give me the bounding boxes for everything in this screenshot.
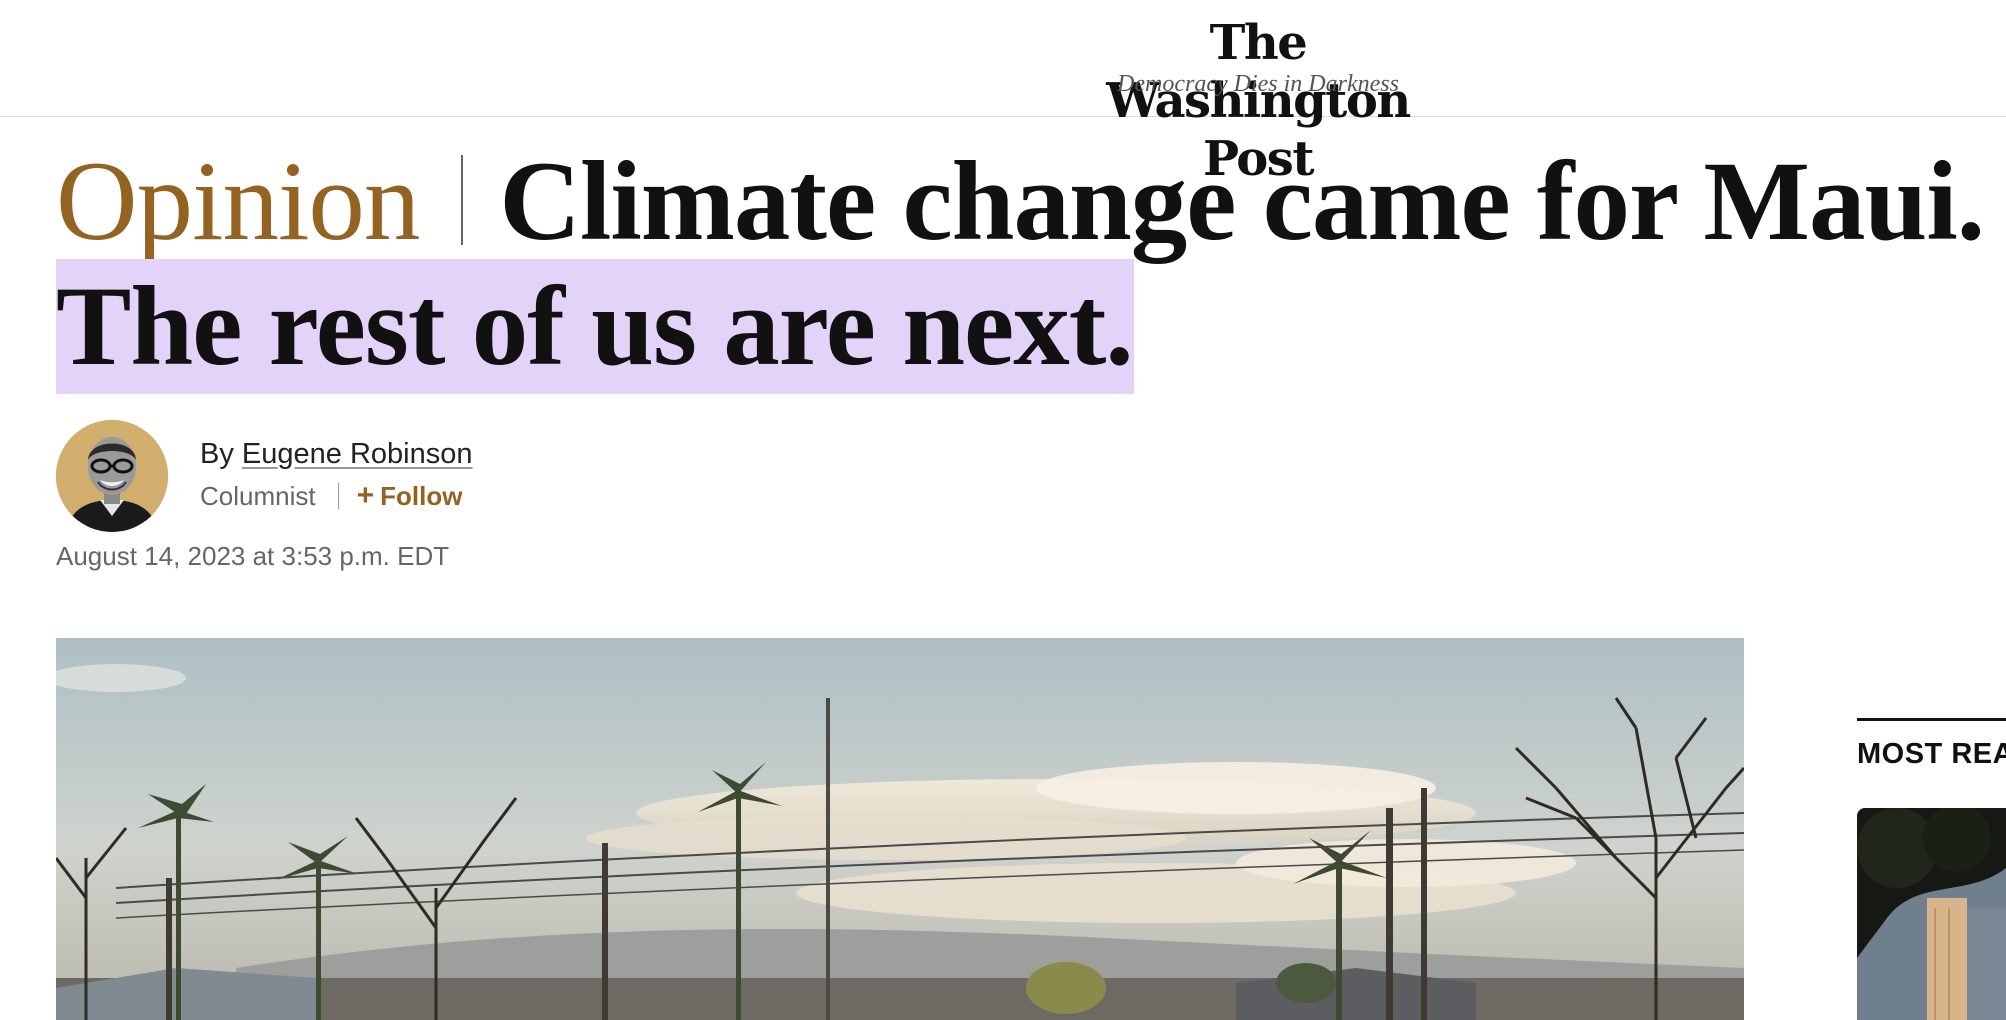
most-read-thumbnail[interactable] [1857,808,2006,1020]
article-page: The Washington Post Democracy Dies in Da… [0,0,2006,1020]
headline-highlight: The rest of us are next. [56,259,1134,394]
meta-divider [337,483,339,509]
hero-image[interactable] [56,638,1744,1020]
tagline: Democracy Dies in Darkness [1117,71,1399,97]
byline: By Eugene Robinson [200,436,472,472]
maui-landscape-photo [56,638,1744,1020]
headline-line-1: Climate change came for Maui. [499,139,1985,264]
author-link[interactable]: Eugene Robinson [242,438,473,470]
kicker-divider [461,155,464,245]
author-role: Columnist [200,481,316,511]
author-meta: Columnist + Follow [200,478,462,514]
opinion-kicker[interactable]: Opinion [56,139,420,264]
follow-label: Follow [380,481,463,511]
author-avatar[interactable] [56,420,168,532]
plus-icon: + [356,479,375,512]
masthead: The Washington Post Democracy Dies in Da… [0,0,2006,187]
author-portrait-image [56,420,168,532]
follow-button[interactable]: + Follow [356,479,463,512]
sidebar-rule [1857,718,2006,721]
byline-prefix: By [200,438,234,470]
headline: Opinion Climate change came for Maui. [56,140,2006,264]
publish-date: August 14, 2023 at 3:53 p.m. EDT [56,541,450,571]
headline-line-2: The rest of us are next. [56,264,1134,389]
most-read-photo [1857,808,2006,1020]
most-read-heading: MOST READ [1857,738,2006,770]
